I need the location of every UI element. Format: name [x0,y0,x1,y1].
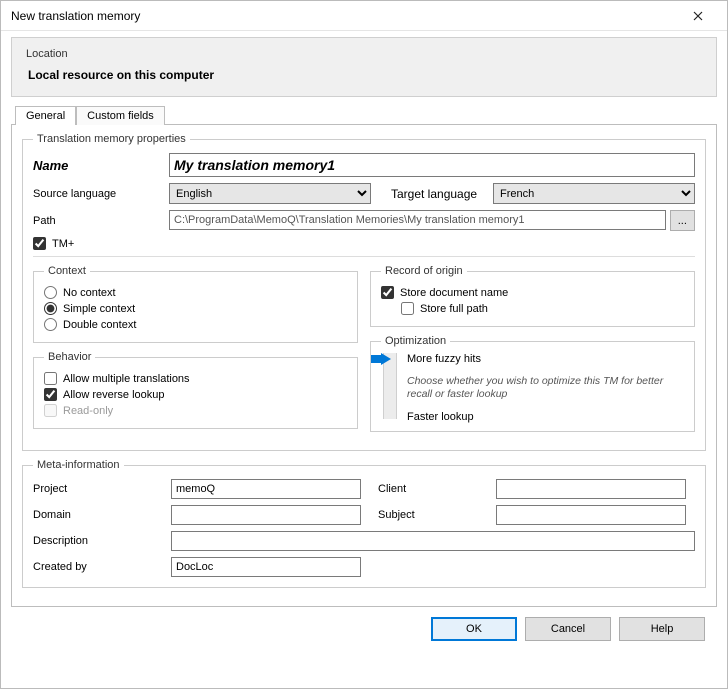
slider-label-more-fuzzy: More fuzzy hits [407,353,684,365]
project-label: Project [33,483,163,495]
target-language-label: Target language [377,187,487,201]
tm-plus-checkbox[interactable] [33,237,46,250]
checkbox-allow-multiple[interactable] [44,372,57,385]
group-optimization-legend: Optimization [381,335,450,347]
client-label: Client [378,483,488,495]
optimization-slider[interactable] [383,353,397,419]
location-label: Location [26,48,702,60]
source-language-label: Source language [33,188,163,200]
subject-label: Subject [378,509,488,521]
help-button[interactable]: Help [619,617,705,641]
window-title: New translation memory [11,9,140,23]
tab-custom-fields[interactable]: Custom fields [76,106,165,125]
separator [33,256,695,257]
checkbox-read-only-label: Read-only [63,405,113,417]
group-behavior: Behavior Allow multiple translations All… [33,351,358,429]
group-context-legend: Context [44,265,90,277]
target-language-select[interactable]: French [493,183,695,204]
created-by-input[interactable] [171,557,361,577]
checkbox-allow-reverse-label: Allow reverse lookup [63,389,165,401]
checkbox-store-doc-name[interactable] [381,286,394,299]
domain-label: Domain [33,509,163,521]
slider-hint: Choose whether you wish to optimize this… [407,375,684,401]
tm-plus-label: TM+ [52,238,74,250]
radio-double-context-label: Double context [63,319,136,331]
checkbox-store-full-path[interactable] [401,302,414,315]
group-record-origin: Record of origin Store document name Sto… [370,265,695,327]
source-language-select[interactable]: English [169,183,371,204]
tab-panel-general: Translation memory properties Name Sourc… [11,125,717,607]
slider-thumb-icon [381,353,391,365]
ok-button[interactable]: OK [431,617,517,641]
group-tm-properties-legend: Translation memory properties [33,133,190,145]
name-input[interactable] [169,153,695,177]
group-optimization: Optimization More fuzzy hits Choose whet… [370,335,695,432]
group-meta-legend: Meta-information [33,459,124,471]
location-value: Local resource on this computer [26,68,702,82]
path-label: Path [33,215,163,227]
checkbox-store-full-path-label: Store full path [420,303,488,315]
radio-simple-context[interactable] [44,302,57,315]
checkbox-allow-multiple-label: Allow multiple translations [63,373,190,385]
radio-no-context[interactable] [44,286,57,299]
close-button[interactable] [677,2,719,30]
cancel-button[interactable]: Cancel [525,617,611,641]
group-record-origin-legend: Record of origin [381,265,467,277]
location-panel: Location Local resource on this computer [11,37,717,97]
titlebar: New translation memory [1,1,727,31]
checkbox-read-only [44,404,57,417]
dialog-buttons: OK Cancel Help [11,607,717,641]
description-input[interactable] [171,531,695,551]
domain-input[interactable] [171,505,361,525]
path-input [169,210,666,230]
name-label: Name [33,158,163,173]
tab-general[interactable]: General [15,106,76,125]
close-icon [693,11,703,21]
group-behavior-legend: Behavior [44,351,95,363]
radio-no-context-label: No context [63,287,116,299]
project-input[interactable] [171,479,361,499]
radio-double-context[interactable] [44,318,57,331]
tabstrip: General Custom fields [11,105,717,125]
slider-label-faster-lookup: Faster lookup [407,411,684,423]
created-by-label: Created by [33,561,163,573]
client-input[interactable] [496,479,686,499]
subject-input[interactable] [496,505,686,525]
group-tm-properties: Translation memory properties Name Sourc… [22,133,706,451]
browse-button[interactable]: ... [670,210,695,231]
description-label: Description [33,535,163,547]
checkbox-allow-reverse[interactable] [44,388,57,401]
group-meta-information: Meta-information Project Client Domain S… [22,459,706,588]
checkbox-store-doc-name-label: Store document name [400,287,508,299]
radio-simple-context-label: Simple context [63,303,135,315]
group-context: Context No context Simple context Double… [33,265,358,343]
